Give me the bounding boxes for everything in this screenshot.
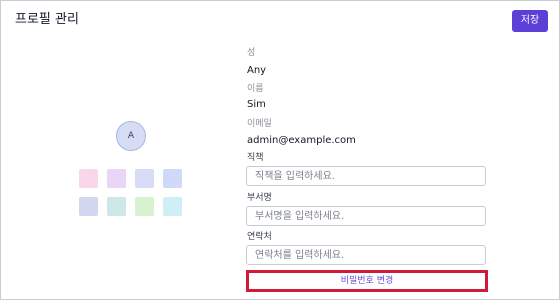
last-name-label: 성: [247, 48, 256, 58]
page-title: 프로필 관리: [15, 12, 79, 27]
job-title-label: 직책: [247, 153, 264, 163]
profile-management-panel: 프로필 관리 저장 A 성 Any 이름 Sim 이메일 admin@examp…: [0, 0, 560, 300]
save-button[interactable]: 저장: [512, 10, 548, 32]
department-label: 부서명: [247, 193, 272, 203]
email-label: 이메일: [247, 119, 272, 129]
color-swatch-blue[interactable]: [163, 169, 182, 188]
color-swatch-teal[interactable]: [107, 197, 126, 216]
last-name-value: Any: [247, 65, 267, 76]
color-swatch-pink[interactable]: [79, 169, 98, 188]
email-value: admin@example.com: [247, 135, 356, 146]
contact-label: 연락처: [247, 232, 272, 242]
avatar-color-palette: [79, 169, 187, 216]
first-name-value: Sim: [247, 99, 266, 110]
first-name-label: 이름: [247, 84, 264, 94]
job-title-input[interactable]: [246, 166, 486, 186]
contact-input[interactable]: [246, 245, 486, 265]
color-swatch-lavender[interactable]: [107, 169, 126, 188]
color-swatch-periwinkle[interactable]: [135, 169, 154, 188]
color-swatch-slate[interactable]: [79, 197, 98, 216]
color-swatch-green[interactable]: [135, 197, 154, 216]
change-password-button[interactable]: 비밀번호 변경: [246, 270, 488, 292]
department-input[interactable]: [246, 206, 486, 226]
avatar: A: [116, 121, 146, 151]
color-swatch-cyan[interactable]: [163, 197, 182, 216]
